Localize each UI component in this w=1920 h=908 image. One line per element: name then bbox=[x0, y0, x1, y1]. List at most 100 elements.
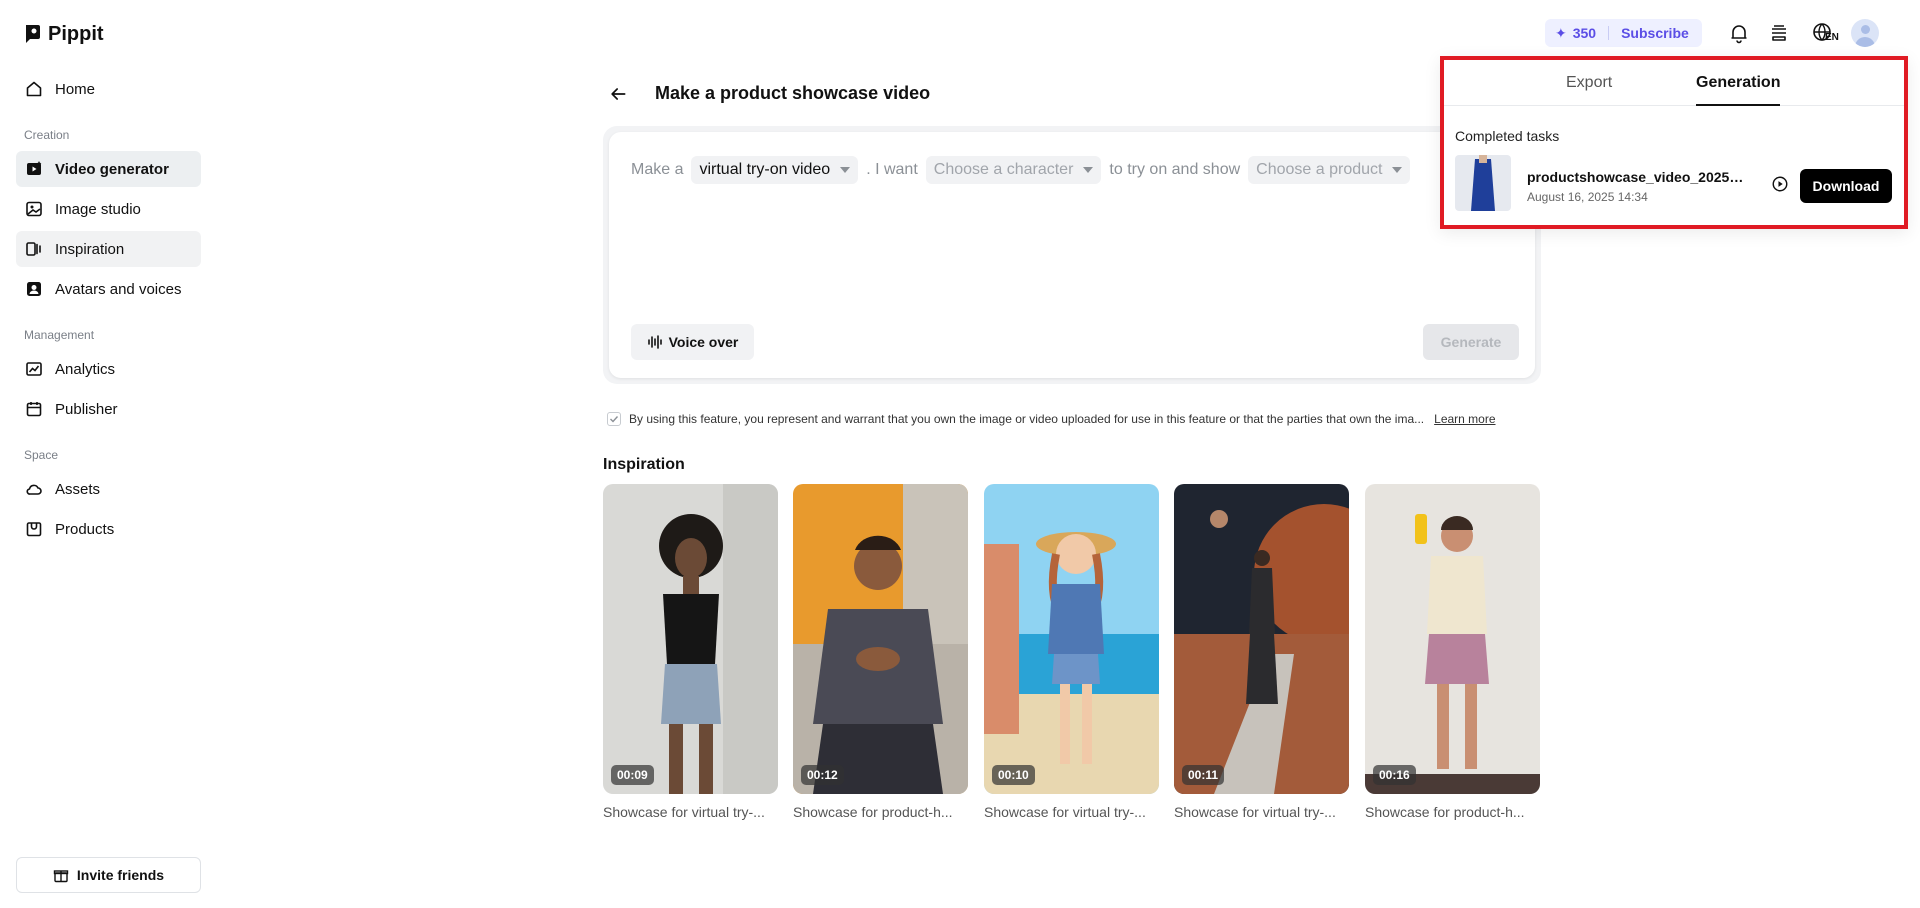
prompt-card: Make a virtual try-on video . I want Cho… bbox=[603, 126, 1541, 384]
learn-more-link[interactable]: Learn more bbox=[1434, 412, 1495, 426]
home-icon bbox=[26, 81, 42, 97]
invite-friends-button[interactable]: Invite friends bbox=[16, 857, 201, 893]
product-placeholder: Choose a product bbox=[1256, 161, 1383, 178]
inspiration-caption: Showcase for virtual try-... bbox=[603, 804, 765, 820]
sidebar-item-label: Publisher bbox=[55, 400, 118, 418]
voice-over-button[interactable]: Voice over bbox=[631, 324, 754, 360]
task-thumbnail-image bbox=[1455, 155, 1511, 211]
invite-friends-label: Invite friends bbox=[76, 867, 165, 883]
inspiration-card[interactable]: 00:09 bbox=[603, 484, 778, 794]
waveform-icon bbox=[647, 335, 662, 349]
sidebar-item-assets[interactable]: Assets bbox=[16, 471, 201, 507]
consent-text: By using this feature, you represent and… bbox=[629, 412, 1425, 426]
inspiration-caption: Showcase for virtual try-... bbox=[984, 804, 1146, 820]
section-label-creation: Creation bbox=[24, 128, 70, 142]
voice-over-label: Voice over bbox=[668, 334, 739, 350]
page-title: Make a product showcase video bbox=[655, 83, 931, 103]
sidebar-item-label: Avatars and voices bbox=[55, 280, 182, 298]
sidebar-item-inspiration[interactable]: Inspiration bbox=[16, 231, 201, 267]
inspiration-card[interactable]: 00:11 bbox=[1174, 484, 1349, 794]
prompt-card-inner: Make a virtual try-on video . I want Cho… bbox=[609, 132, 1535, 378]
character-select[interactable]: Choose a character bbox=[925, 156, 1102, 184]
credits-count: 350 bbox=[1572, 25, 1597, 41]
sidebar-item-label: Assets bbox=[55, 480, 101, 498]
consent-checkbox[interactable] bbox=[607, 412, 621, 426]
inspiration-caption: Showcase for virtual try-... bbox=[1174, 804, 1336, 820]
sidebar-item-video-generator[interactable]: Video generator bbox=[16, 151, 201, 187]
caret-down-icon bbox=[1392, 167, 1403, 173]
tab-export[interactable]: Export bbox=[1566, 74, 1612, 106]
popover-tabs: Export Generation bbox=[1444, 60, 1904, 106]
notifications-button[interactable] bbox=[1726, 20, 1752, 46]
inspiration-thumbnail-image bbox=[1365, 484, 1540, 794]
bell-icon bbox=[1731, 25, 1747, 44]
analytics-icon bbox=[26, 362, 42, 376]
play-circle-icon bbox=[1772, 176, 1788, 192]
caret-down-icon bbox=[840, 167, 851, 173]
prompt-text-i-want: . I want bbox=[866, 161, 918, 178]
generate-button[interactable]: Generate bbox=[1423, 324, 1519, 360]
play-preview-button[interactable] bbox=[1770, 174, 1790, 194]
sidebar-item-label: Inspiration bbox=[55, 240, 125, 258]
duration-badge: 00:09 bbox=[611, 765, 654, 785]
video-type-value: virtual try-on video bbox=[699, 161, 831, 178]
sidebar-item-avatars-and-voices[interactable]: Avatars and voices bbox=[16, 271, 201, 307]
avatar-icon bbox=[27, 282, 41, 296]
subscribe-link[interactable]: Subscribe bbox=[1621, 25, 1689, 41]
sparkle-icon: ✦ bbox=[1555, 24, 1567, 41]
pippit-logo[interactable]: Pippit bbox=[24, 20, 104, 48]
prompt-sentence: Make a virtual try-on video . I want Cho… bbox=[631, 156, 1411, 184]
sidebar-item-label: Home bbox=[55, 80, 96, 98]
cloud-icon bbox=[26, 484, 42, 495]
image-studio-icon bbox=[26, 201, 42, 217]
caret-down-icon bbox=[1083, 167, 1094, 173]
user-avatar[interactable] bbox=[1851, 19, 1879, 47]
sidebar-item-products[interactable]: Products bbox=[16, 511, 201, 547]
completed-tasks-label: Completed tasks bbox=[1455, 128, 1560, 144]
duration-badge: 00:11 bbox=[1182, 765, 1225, 785]
sidebar-item-analytics[interactable]: Analytics bbox=[16, 351, 201, 387]
prompt-text-try-on: to try on and show bbox=[1109, 161, 1241, 178]
sidebar-item-home[interactable]: Home bbox=[16, 71, 201, 107]
inspiration-card[interactable]: 00:10 bbox=[984, 484, 1159, 794]
duration-badge: 00:12 bbox=[801, 765, 844, 785]
back-button[interactable] bbox=[606, 82, 630, 106]
duration-badge: 00:16 bbox=[1373, 765, 1416, 785]
sidebar-item-label: Products bbox=[55, 520, 115, 538]
inspiration-caption: Showcase for product-h... bbox=[793, 804, 953, 820]
gift-icon bbox=[53, 870, 69, 883]
calendar-icon bbox=[26, 402, 42, 417]
inspiration-title: Inspiration bbox=[603, 456, 685, 473]
credits-subscribe-bar[interactable]: ✦ 350 Subscribe bbox=[1545, 19, 1702, 47]
video-type-select[interactable]: virtual try-on video bbox=[691, 156, 859, 184]
sidebar-item-label: Analytics bbox=[55, 360, 116, 378]
divider bbox=[1608, 26, 1610, 40]
inspiration-thumbnail-image bbox=[1174, 484, 1349, 794]
task-date: August 16, 2025 14:34 bbox=[1527, 190, 1648, 204]
product-select[interactable]: Choose a product bbox=[1248, 156, 1411, 184]
inspiration-thumbnail-image bbox=[984, 484, 1159, 794]
tab-generation[interactable]: Generation bbox=[1696, 74, 1781, 106]
inspiration-thumbnail-image bbox=[793, 484, 968, 794]
sidebar-item-label: Video generator bbox=[55, 160, 169, 178]
download-button[interactable]: Download bbox=[1800, 169, 1892, 203]
product-icon bbox=[26, 522, 42, 537]
inspiration-caption: Showcase for product-h... bbox=[1365, 804, 1525, 820]
stack-icon bbox=[1772, 25, 1786, 41]
language-button[interactable]: EN bbox=[1806, 20, 1840, 46]
sidebar: Pippit Home Creation Video generator Ima… bbox=[0, 0, 206, 908]
prompt-text-make-a: Make a bbox=[631, 161, 684, 178]
inspiration-card[interactable]: 00:16 bbox=[1365, 484, 1540, 794]
character-placeholder: Choose a character bbox=[933, 161, 1074, 178]
language-code: EN bbox=[1825, 32, 1839, 43]
task-thumbnail[interactable] bbox=[1455, 155, 1511, 211]
tasks-button[interactable] bbox=[1766, 20, 1792, 46]
sidebar-item-label: Image studio bbox=[55, 200, 141, 218]
video-generator-icon bbox=[27, 161, 42, 175]
consent-row: By using this feature, you represent and… bbox=[607, 412, 1496, 426]
pippit-logo-icon bbox=[26, 25, 40, 43]
sidebar-item-image-studio[interactable]: Image studio bbox=[16, 191, 201, 227]
tasks-popover: Export Generation Completed tasks produc… bbox=[1440, 56, 1908, 229]
sidebar-item-publisher[interactable]: Publisher bbox=[16, 391, 201, 427]
inspiration-card[interactable]: 00:12 bbox=[793, 484, 968, 794]
